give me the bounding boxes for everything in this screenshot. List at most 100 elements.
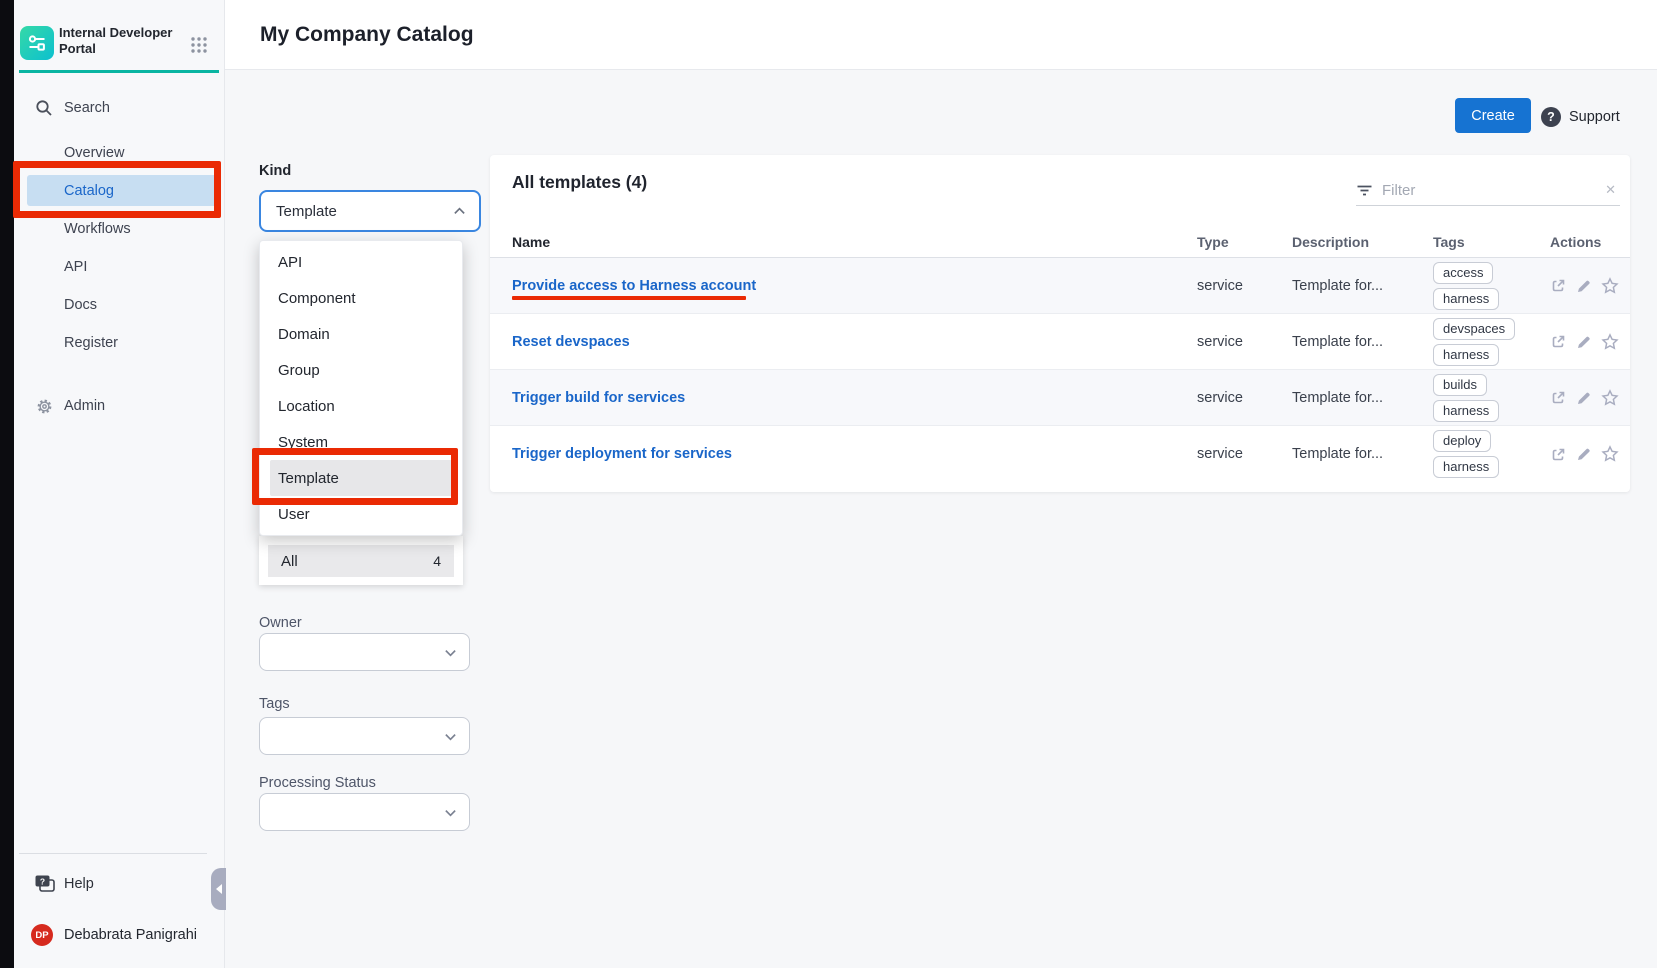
table-body: Provide access to Harness account servic…	[490, 258, 1630, 482]
row-tags: devspacesharness	[1433, 318, 1550, 366]
question-icon: ?	[1541, 107, 1561, 127]
tag-chip: harness	[1433, 400, 1499, 422]
user-name: Debabrata Panigrahi	[64, 927, 197, 943]
sidebar-item-label: Register	[64, 335, 118, 351]
sidebar-item-admin[interactable]: Admin	[14, 387, 225, 425]
help-button[interactable]: ? Help	[14, 870, 225, 898]
catalog-panel: All templates (4) ✕ Name Type Descriptio…	[490, 155, 1630, 492]
filter-input[interactable]	[1382, 182, 1601, 199]
help-label: Help	[64, 876, 94, 892]
clear-filter-icon[interactable]: ✕	[1601, 182, 1620, 198]
filter-icon	[1356, 182, 1373, 199]
sidebar-item-api[interactable]: API	[14, 248, 225, 286]
chevron-down-icon	[444, 646, 457, 659]
processing-status-select[interactable]	[259, 793, 470, 831]
column-header-actions: Actions	[1550, 234, 1630, 250]
template-name-link[interactable]: Trigger build for services	[490, 390, 1197, 406]
chevron-down-icon	[444, 730, 457, 743]
sidebar-item-catalog[interactable]: Catalog	[14, 172, 225, 210]
row-actions	[1550, 445, 1630, 463]
kind-select[interactable]: Template	[259, 190, 481, 232]
chevron-left-icon	[216, 884, 222, 894]
svg-text:?: ?	[40, 877, 45, 887]
sidebar-item-label: Docs	[64, 297, 97, 313]
tag-chip: harness	[1433, 456, 1499, 478]
star-icon[interactable]	[1601, 277, 1619, 295]
chevron-up-icon	[453, 205, 466, 218]
template-name-link[interactable]: Reset devspaces	[490, 334, 1197, 350]
star-icon[interactable]	[1601, 333, 1619, 351]
template-name-link[interactable]: Provide access to Harness account	[490, 278, 1197, 294]
kind-all-row[interactable]: All 4	[268, 545, 454, 577]
tag-chip: builds	[1433, 374, 1487, 396]
tag-chip: devspaces	[1433, 318, 1515, 340]
kind-option-location[interactable]: Location	[260, 388, 462, 424]
open-in-new-icon[interactable]	[1550, 277, 1567, 294]
kind-option-group[interactable]: Group	[260, 352, 462, 388]
open-in-new-icon[interactable]	[1550, 389, 1567, 406]
search-label: Search	[64, 100, 110, 116]
app-logo-icon	[20, 26, 54, 60]
table-row: Provide access to Harness account servic…	[490, 258, 1630, 314]
app-title: Internal Developer Portal	[59, 25, 184, 57]
create-button[interactable]: Create	[1455, 98, 1531, 133]
edit-icon[interactable]	[1576, 334, 1592, 350]
kind-option-user[interactable]: User	[260, 496, 462, 532]
all-count: 4	[433, 553, 441, 569]
sidebar-collapse-handle[interactable]	[211, 868, 226, 910]
tag-chip: deploy	[1433, 430, 1491, 452]
table-filter: ✕	[1356, 175, 1620, 206]
sidebar-item-overview[interactable]: Overview	[14, 134, 225, 172]
tag-chip: harness	[1433, 288, 1499, 310]
star-icon[interactable]	[1601, 389, 1619, 407]
tags-select[interactable]	[259, 717, 470, 755]
apps-grid-icon[interactable]	[190, 36, 208, 54]
support-label: Support	[1569, 109, 1620, 125]
kind-option-domain[interactable]: Domain	[260, 316, 462, 352]
sidebar-item-label: Catalog	[64, 183, 114, 199]
row-type: service	[1197, 278, 1292, 294]
row-type: service	[1197, 334, 1292, 350]
row-actions	[1550, 333, 1630, 351]
row-actions	[1550, 277, 1630, 295]
open-in-new-icon[interactable]	[1550, 446, 1567, 463]
star-icon[interactable]	[1601, 445, 1619, 463]
kind-option-template[interactable]: Template	[270, 460, 452, 496]
column-header-name: Name	[490, 234, 1197, 250]
sidebar-search[interactable]: Search	[14, 92, 225, 124]
sidebar-item-label: Overview	[64, 145, 124, 161]
edit-icon[interactable]	[1576, 446, 1592, 462]
row-description: Template for...	[1292, 278, 1433, 294]
column-header-type: Type	[1197, 234, 1292, 250]
sidebar-accent-divider	[19, 70, 219, 73]
sidebar-item-docs[interactable]: Docs	[14, 286, 225, 324]
sidebar-item-register[interactable]: Register	[14, 324, 225, 362]
row-type: service	[1197, 390, 1292, 406]
app-root: Internal Developer Portal Search Overvie…	[0, 0, 1657, 968]
sidebar: Internal Developer Portal Search Overvie…	[14, 0, 225, 968]
circuit-icon	[25, 31, 49, 55]
support-button[interactable]: ? Support	[1541, 106, 1620, 127]
table-title: All templates (4)	[512, 172, 647, 193]
admin-label: Admin	[64, 398, 105, 414]
owner-select[interactable]	[259, 633, 470, 671]
sidebar-item-label: Workflows	[64, 221, 131, 237]
edit-icon[interactable]	[1576, 390, 1592, 406]
template-name-link[interactable]: Trigger deployment for services	[490, 446, 1197, 462]
page-title: My Company Catalog	[260, 23, 474, 47]
edit-icon[interactable]	[1576, 278, 1592, 294]
user-menu[interactable]: DP Debabrata Panigrahi	[14, 922, 225, 948]
help-chat-icon: ?	[34, 874, 56, 894]
kind-options-dropdown: APIComponentDomainGroupLocationSystemTem…	[259, 240, 463, 536]
search-icon	[35, 99, 53, 117]
user-avatar: DP	[31, 924, 53, 946]
sidebar-divider	[19, 853, 207, 854]
kind-option-system[interactable]: System	[260, 424, 462, 460]
sidebar-item-workflows[interactable]: Workflows	[14, 210, 225, 248]
column-header-description: Description	[1292, 234, 1433, 250]
row-type: service	[1197, 446, 1292, 462]
kind-option-component[interactable]: Component	[260, 280, 462, 316]
kind-option-api[interactable]: API	[260, 244, 462, 280]
table-header-row: Name Type Description Tags Actions	[490, 227, 1630, 258]
open-in-new-icon[interactable]	[1550, 333, 1567, 350]
